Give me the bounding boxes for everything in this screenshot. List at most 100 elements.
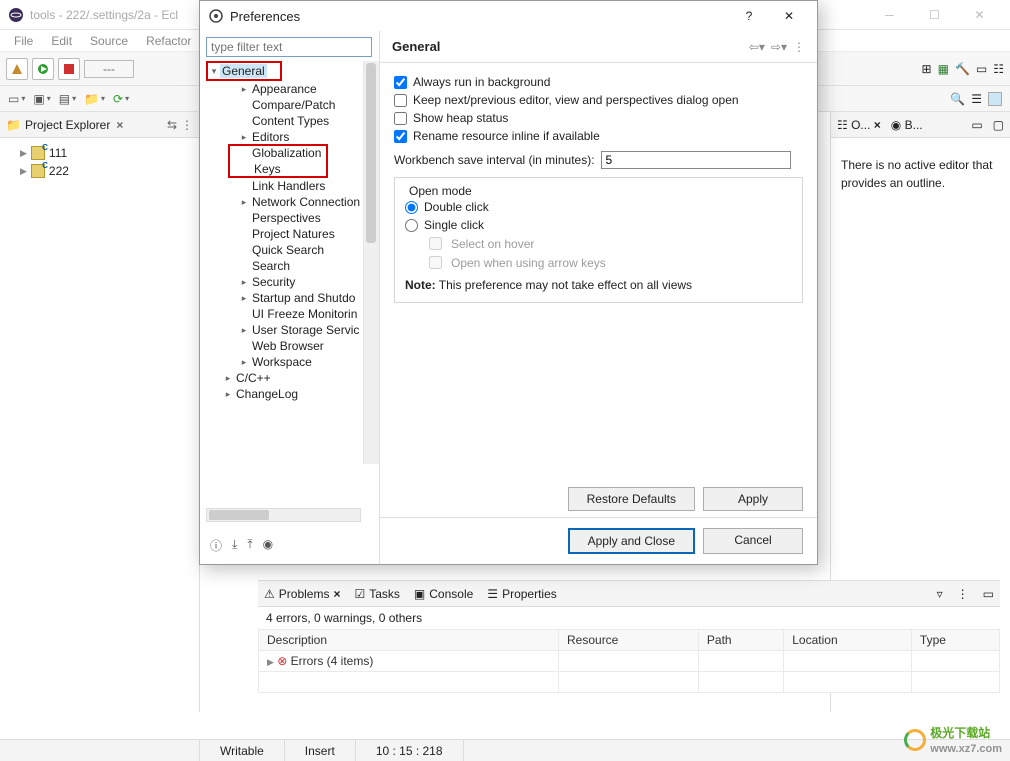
tree-item-ui-freeze-monitorin[interactable]: UI Freeze Monitorin: [206, 306, 373, 322]
console-tab[interactable]: ▣ Console: [414, 587, 473, 601]
checkbox[interactable]: [394, 94, 407, 107]
tree-item-user-storage-servic[interactable]: ▸User Storage Servic: [206, 322, 373, 338]
interval-input[interactable]: [601, 151, 791, 169]
maximize-icon[interactable]: ▢: [993, 118, 1004, 132]
new-dropdown[interactable]: ▭▾: [8, 92, 25, 106]
menu-edit[interactable]: Edit: [43, 32, 80, 50]
tree-item-search[interactable]: Search: [206, 258, 373, 274]
stop-icon[interactable]: [58, 58, 80, 80]
check-always-bg[interactable]: Always run in background: [394, 73, 803, 91]
oomph-icon[interactable]: ◉: [263, 537, 273, 554]
help-icon[interactable]: ⓘ: [210, 537, 222, 554]
dialog-close-button[interactable]: ✕: [769, 9, 809, 23]
outline-tab[interactable]: ☷ O... ×: [837, 118, 881, 132]
minimize-icon[interactable]: ▭: [971, 118, 982, 132]
dialog-help-button[interactable]: ?: [729, 9, 769, 23]
tree-item-changelog[interactable]: ▸ChangeLog: [206, 386, 373, 402]
col-location[interactable]: Location: [784, 630, 912, 651]
tree-item-content-types[interactable]: Content Types: [206, 113, 373, 129]
open-dropdown[interactable]: ▣▾: [33, 92, 50, 106]
tree-item-project-natures[interactable]: Project Natures: [206, 226, 373, 242]
apply-close-button[interactable]: Apply and Close: [568, 528, 695, 554]
problems-tab[interactable]: ⚠ Problems ×: [264, 587, 340, 601]
close-button[interactable]: ✕: [957, 1, 1002, 29]
tree-item-web-browser[interactable]: Web Browser: [206, 338, 373, 354]
toggle-icon[interactable]: ☰: [971, 92, 982, 106]
open-perspective-icon[interactable]: ⊞: [922, 62, 932, 76]
save-dropdown[interactable]: ▤▾: [59, 92, 76, 106]
project-item[interactable]: ▶111: [6, 144, 193, 162]
col-path[interactable]: Path: [698, 630, 783, 651]
menu-icon[interactable]: ⋮: [957, 587, 969, 601]
minimize-button[interactable]: ─: [867, 1, 912, 29]
radio-double-click[interactable]: Double click: [405, 198, 792, 216]
tree-item-security[interactable]: ▸Security: [206, 274, 373, 290]
cancel-button[interactable]: Cancel: [703, 528, 803, 554]
new-icon[interactable]: ▦: [938, 62, 949, 76]
folder-dropdown[interactable]: 📁▾: [84, 92, 105, 106]
menu-icon[interactable]: ⋮: [793, 40, 805, 54]
tree-item-editors[interactable]: ▸Editors: [206, 129, 373, 145]
tree-item-general[interactable]: ▾General: [206, 61, 282, 81]
import-icon[interactable]: ⤓: [232, 537, 237, 554]
close-icon[interactable]: ×: [874, 118, 881, 132]
close-icon[interactable]: ×: [116, 118, 123, 132]
project-item[interactable]: ▶222: [6, 162, 193, 180]
tree-item-keys[interactable]: Keys: [228, 144, 328, 178]
menu-source[interactable]: Source: [82, 32, 136, 50]
tree-item-label: UI Freeze Monitorin: [250, 307, 359, 321]
table-row[interactable]: ▶ ⊗ Errors (4 items): [259, 651, 1000, 672]
col-resource[interactable]: Resource: [559, 630, 699, 651]
checkbox[interactable]: [394, 76, 407, 89]
maximize-button[interactable]: ☐: [912, 1, 957, 29]
checkbox[interactable]: [394, 130, 407, 143]
col-description[interactable]: Description: [259, 630, 559, 651]
radio-single-click[interactable]: Single click: [405, 216, 792, 234]
launch-combo[interactable]: ---: [84, 60, 134, 78]
menu-file[interactable]: File: [6, 32, 41, 50]
filter-input[interactable]: [206, 37, 372, 57]
collapse-icon[interactable]: ⇆: [167, 118, 177, 132]
tree-item-network-connection[interactable]: ▸Network Connection: [206, 194, 373, 210]
forward-icon[interactable]: ⇨▾: [771, 40, 787, 54]
close-icon[interactable]: ×: [333, 587, 340, 601]
tree-item-compare-patch[interactable]: Compare/Patch: [206, 97, 373, 113]
properties-tab[interactable]: ☰ Properties: [487, 587, 556, 601]
back-icon[interactable]: ⇦▾: [749, 40, 765, 54]
tasks-tab[interactable]: ☑ Tasks: [354, 587, 399, 601]
col-type[interactable]: Type: [911, 630, 999, 651]
tree-item-ccpp[interactable]: ▸C/C++: [206, 370, 373, 386]
breakpoints-tab[interactable]: ◉ B...: [891, 118, 923, 132]
check-rename-inline[interactable]: Rename resource inline if available: [394, 127, 803, 145]
check-keep-dialog[interactable]: Keep next/previous editor, view and pers…: [394, 91, 803, 109]
tree-item-link-handlers[interactable]: Link Handlers: [206, 178, 373, 194]
tree-item-label: Security: [250, 275, 297, 289]
export-icon[interactable]: ⤒: [247, 537, 252, 554]
checkbox[interactable]: [394, 112, 407, 125]
restore-defaults-button[interactable]: Restore Defaults: [568, 487, 695, 511]
project-explorer-tab[interactable]: 📁 Project Explorer × ⇆⋮: [0, 112, 199, 138]
menu-refactor[interactable]: Refactor: [138, 32, 199, 50]
doc-icon[interactable]: ▭: [976, 62, 987, 76]
tree-vscrollbar[interactable]: [363, 61, 379, 464]
perspective-icon[interactable]: [988, 92, 1002, 106]
tree-item-appearance[interactable]: ▸Appearance: [206, 81, 373, 97]
radio[interactable]: [405, 219, 418, 232]
tree-hscrollbar[interactable]: [206, 508, 361, 522]
hammer-icon[interactable]: 🔨: [955, 62, 970, 76]
build-icon[interactable]: [6, 58, 28, 80]
run-icon[interactable]: [32, 58, 54, 80]
refresh-dropdown[interactable]: ⟳▾: [113, 92, 129, 106]
radio[interactable]: [405, 201, 418, 214]
tree-item-perspectives[interactable]: Perspectives: [206, 210, 373, 226]
minimize-icon[interactable]: ▭: [983, 587, 994, 601]
link-icon[interactable]: ⋮: [181, 118, 193, 132]
apply-button[interactable]: Apply: [703, 487, 803, 511]
tree-item-quick-search[interactable]: Quick Search: [206, 242, 373, 258]
filter-icon[interactable]: ▿: [937, 587, 943, 601]
tree-item-workspace[interactable]: ▸Workspace: [206, 354, 373, 370]
search-icon[interactable]: 🔍: [950, 92, 965, 106]
grid-icon[interactable]: ☷: [993, 62, 1004, 76]
tree-item-startup-and-shutdo[interactable]: ▸Startup and Shutdo: [206, 290, 373, 306]
check-heap[interactable]: Show heap status: [394, 109, 803, 127]
